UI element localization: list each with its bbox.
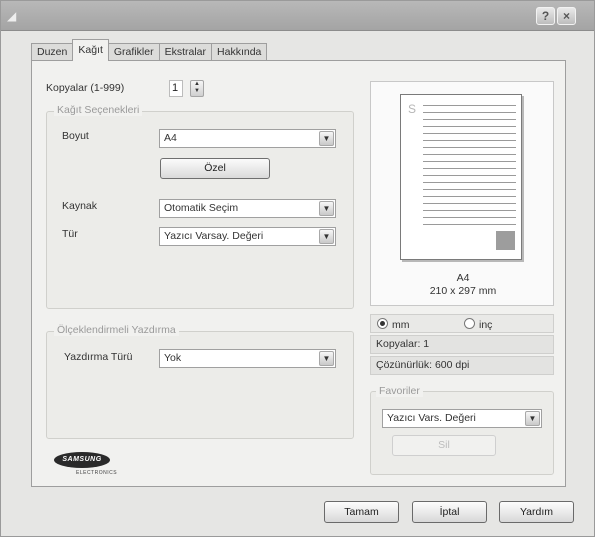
- paper-options-title: Kağıt Seçenekleri: [54, 104, 143, 116]
- source-label: Kaynak: [62, 200, 98, 212]
- ok-button[interactable]: Tamam: [324, 501, 399, 523]
- size-label: Boyut: [62, 130, 89, 142]
- chevron-down-icon[interactable]: ▼: [319, 351, 334, 366]
- tab-duzen[interactable]: Duzen: [31, 43, 74, 61]
- help-icon[interactable]: ?: [536, 7, 555, 25]
- chevron-down-icon[interactable]: ▼: [525, 411, 540, 426]
- tab-grafikler[interactable]: Grafikler: [107, 43, 160, 61]
- title-bar: ◢ ? ×: [1, 1, 594, 31]
- unit-mm-radio[interactable]: [377, 318, 388, 329]
- favorites-group: [370, 391, 554, 475]
- page-watermark-icon: S: [408, 102, 417, 116]
- samsung-logo: SAMSUNG ELECTRONICS: [54, 452, 117, 478]
- source-select-value: Otomatik Seçim: [164, 202, 239, 214]
- tab-kagit[interactable]: Kağıt: [72, 39, 109, 61]
- chevron-down-icon[interactable]: ▼: [319, 131, 334, 146]
- source-select[interactable]: Otomatik Seçim ▼: [159, 199, 336, 218]
- copies-info: Kopyalar: 1: [370, 335, 554, 354]
- page-image-block: [496, 231, 515, 250]
- tab-hakkinda[interactable]: Hakkında: [211, 43, 268, 61]
- print-type-select[interactable]: Yok ▼: [159, 349, 336, 368]
- unit-inch-radio[interactable]: [464, 318, 475, 329]
- type-select-value: Yazıcı Varsay. Değeri: [164, 230, 264, 242]
- favorites-select[interactable]: Yazıcı Vars. Değeri ▼: [382, 409, 542, 428]
- help-button[interactable]: Yardım: [499, 501, 574, 523]
- cancel-button[interactable]: İptal: [412, 501, 487, 523]
- unit-mm-label: mm: [392, 319, 410, 331]
- scaling-title: Ölçeklendirmeli Yazdırma: [54, 324, 179, 336]
- unit-selector: mm inç: [370, 314, 554, 333]
- scaling-group: [46, 331, 354, 439]
- copies-input[interactable]: 1: [169, 80, 183, 97]
- chevron-down-icon[interactable]: ▼: [319, 229, 334, 244]
- paper-preview: S A4 210 x 297 mm: [370, 81, 554, 306]
- copies-label: Kopyalar (1-999): [46, 82, 125, 94]
- print-type-label: Yazdırma Türü: [64, 351, 133, 363]
- print-type-value: Yok: [164, 352, 182, 364]
- chevron-down-icon[interactable]: ▼: [319, 201, 334, 216]
- paper-tab-panel: Kopyalar (1-999) 1 ▲ ▼ Kağıt Seçenekleri …: [31, 60, 566, 487]
- unit-inch-label: inç: [479, 319, 493, 331]
- close-icon[interactable]: ×: [557, 7, 576, 25]
- size-select-value: A4: [164, 132, 177, 144]
- tab-ekstralar[interactable]: Ekstralar: [158, 43, 213, 61]
- type-label: Tür: [62, 228, 78, 240]
- page-preview: S: [400, 94, 522, 260]
- paper-name: A4: [456, 272, 470, 284]
- paper-dimensions: 210 x 297 mm: [429, 285, 497, 297]
- tab-strip: Duzen Kağıt Grafikler Ekstralar Hakkında: [31, 39, 268, 61]
- size-select[interactable]: A4 ▼: [159, 129, 336, 148]
- favorites-delete-button[interactable]: Sil: [392, 435, 496, 456]
- type-select[interactable]: Yazıcı Varsay. Değeri ▼: [159, 227, 336, 246]
- printer-app-icon: ◢: [7, 9, 17, 23]
- resolution-info: Çözünürlük: 600 dpi: [370, 356, 554, 375]
- printer-properties-dialog: ◢ ? × Duzen Kağıt Grafikler Ekstralar Ha…: [0, 0, 595, 537]
- favorites-value: Yazıcı Vars. Değeri: [387, 412, 476, 424]
- favorites-title: Favoriler: [376, 385, 423, 397]
- custom-size-button[interactable]: Özel: [160, 158, 270, 179]
- copies-spinner[interactable]: ▲ ▼: [190, 80, 204, 97]
